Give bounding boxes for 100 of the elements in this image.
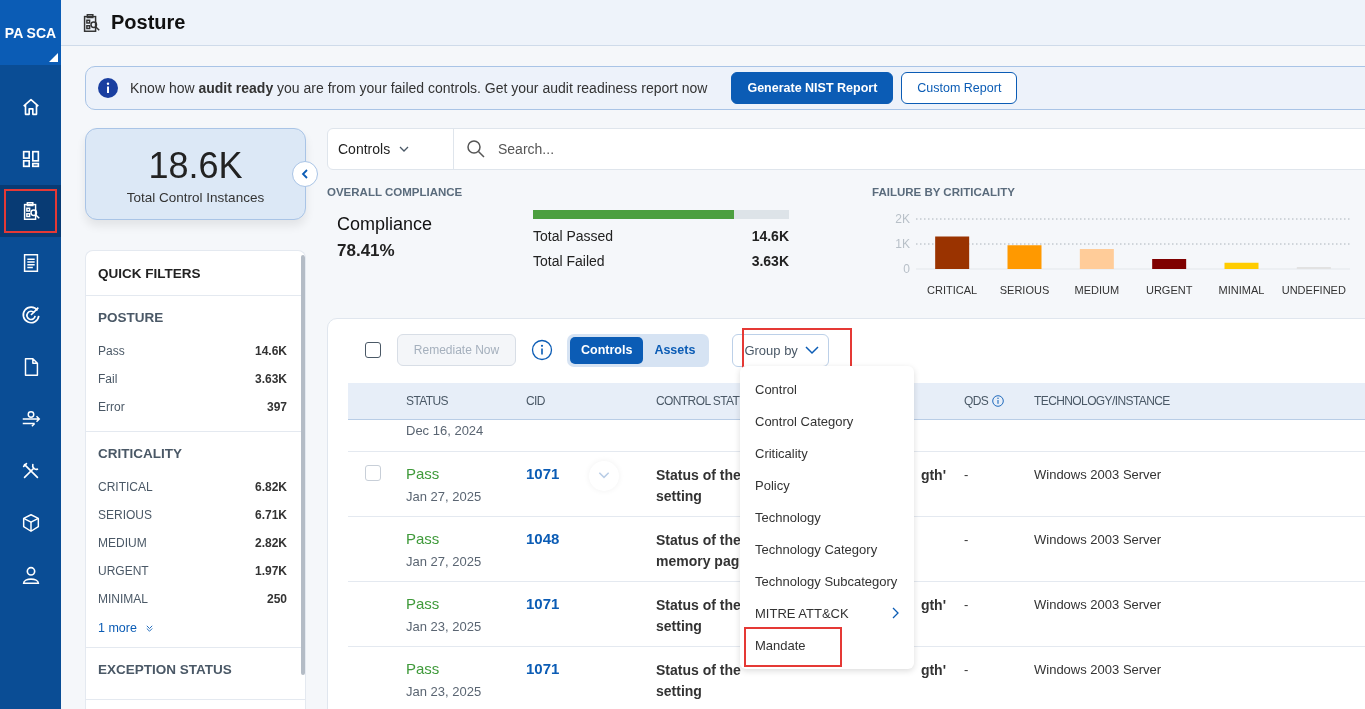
- qds-value: -: [964, 532, 970, 549]
- axis-tick-label: 1K: [895, 237, 910, 251]
- axis-category-label: SERIOUS: [999, 284, 1050, 296]
- qds-value: -: [964, 597, 970, 614]
- menu-item[interactable]: Criticality: [740, 437, 914, 469]
- control-id-link[interactable]: 1048: [526, 530, 560, 547]
- menu-item[interactable]: Control Category: [740, 405, 914, 437]
- status-text: Pass: [406, 595, 440, 612]
- menu-item[interactable]: Control: [740, 373, 914, 405]
- statement-text: setting: [656, 617, 702, 636]
- generate-report-button[interactable]: Generate NIST Report: [731, 72, 894, 104]
- status-text: Pass: [406, 465, 440, 482]
- panel-title: QUICK FILTERS: [98, 265, 201, 281]
- bar: [1224, 262, 1259, 269]
- statement-text: setting: [656, 682, 702, 701]
- axis-tick-label: 0: [903, 262, 910, 276]
- statement-text: Status of the: [656, 466, 741, 485]
- bar: [935, 236, 970, 269]
- axis-category-label: UNDEFINED: [1281, 284, 1346, 296]
- technology-text: Windows 2003 Server: [1034, 467, 1163, 484]
- bar: [1152, 259, 1187, 269]
- search-icon: [466, 139, 486, 159]
- axis-tick-label: 2K: [895, 212, 910, 226]
- info-icon[interactable]: [531, 339, 553, 361]
- nav-item[interactable]: [0, 185, 61, 237]
- statement-text: Status of the: [656, 596, 741, 615]
- menu-item[interactable]: MITRE ATT&CK: [740, 597, 914, 629]
- column-header: CID: [526, 394, 546, 408]
- filter-option[interactable]: CRITICAL 6.82K: [98, 473, 287, 501]
- search-field[interactable]: Search...: [454, 129, 1365, 169]
- date-text: Jan 27, 2025: [406, 489, 483, 504]
- search-bar[interactable]: Controls Search...: [327, 128, 1365, 170]
- filter-option[interactable]: Fail 3.63K: [98, 365, 287, 393]
- stat-label: Total Passed: [533, 228, 614, 244]
- app-logo[interactable]: PA SCA: [0, 0, 61, 65]
- statement-text: gth': [920, 596, 946, 615]
- control-id-link[interactable]: 1071: [526, 595, 560, 612]
- menu-item[interactable]: Mandate: [740, 629, 914, 661]
- compliance-label: Compliance: [337, 214, 434, 235]
- menu-item[interactable]: Technology Subcategory: [740, 565, 914, 597]
- show-more-link[interactable]: 1 more: [98, 621, 154, 635]
- toggle-option[interactable]: Controls: [570, 336, 644, 364]
- statement-text: setting: [656, 487, 702, 506]
- statement-text: memory pag: [656, 552, 740, 571]
- bar: [1079, 249, 1114, 269]
- corner-triangle-icon: [49, 53, 58, 62]
- date-text: Jan 27, 2025: [406, 554, 483, 569]
- control-id-link[interactable]: 1071: [526, 465, 560, 482]
- statement-text: Status of the: [656, 531, 741, 550]
- axis-category-label: MINIMAL: [1218, 284, 1265, 296]
- summary-value: 18.6K: [148, 147, 243, 184]
- section-heading: FAILURE BY CRITICALITY: [872, 186, 1016, 198]
- control-id-link[interactable]: 1071: [526, 660, 560, 677]
- compliance-value: 78.41%: [337, 241, 396, 261]
- axis-category-label: MEDIUM: [1074, 284, 1120, 296]
- summary-label: Total Control Instances: [126, 189, 265, 205]
- filter-option[interactable]: MEDIUM 2.82K: [98, 529, 287, 557]
- menu-item[interactable]: Policy: [740, 469, 914, 501]
- qds-value: -: [964, 467, 970, 484]
- axis-category-label: URGENT: [1145, 284, 1193, 296]
- chevron-left-icon: [299, 168, 311, 180]
- filter-option[interactable]: MINIMAL 250: [98, 585, 287, 613]
- date-text: Jan 23, 2025: [406, 619, 483, 634]
- menu-item[interactable]: Technology: [740, 501, 914, 533]
- scrollbar[interactable]: [301, 255, 305, 675]
- menu-item[interactable]: Technology Category: [740, 533, 914, 565]
- stat-value: 14.6K: [751, 228, 789, 244]
- filter-option[interactable]: SERIOUS 6.71K: [98, 501, 287, 529]
- statement-text: gth': [920, 661, 946, 680]
- select-all-checkbox[interactable]: [365, 342, 381, 358]
- filter-option[interactable]: Pass 14.6K: [98, 337, 287, 365]
- info-icon[interactable]: [992, 395, 1005, 407]
- group-by-dropdown[interactable]: Group by: [732, 333, 830, 367]
- technology-text: Windows 2003 Server: [1034, 532, 1163, 549]
- row-checkbox[interactable]: [365, 465, 381, 481]
- stat-label: Total Failed: [533, 253, 605, 269]
- status-text: Pass: [406, 530, 440, 547]
- custom-report-button[interactable]: Custom Report: [901, 72, 1018, 104]
- toggle-option[interactable]: Assets: [643, 336, 707, 364]
- column-header: TECHNOLOGY/INSTANCE: [1034, 394, 1171, 408]
- collapse-button[interactable]: [292, 161, 318, 187]
- statement-text: Status of the: [656, 661, 741, 680]
- technology-text: Windows 2003 Server: [1034, 662, 1163, 679]
- column-header: STATUS: [406, 394, 449, 408]
- info-icon: [98, 78, 118, 98]
- qds-value: -: [964, 662, 970, 679]
- chevron-right-icon: [890, 607, 900, 619]
- statement-text: gth': [920, 466, 946, 485]
- banner-message: Know how audit ready you are from your failed controls. Get your audit readiness report now: [130, 80, 708, 96]
- double-chevron-icon: [144, 623, 154, 633]
- filter-option[interactable]: URGENT 1.97K: [98, 557, 287, 585]
- column-header: CONTROL STAT: [656, 394, 741, 408]
- bar: [1007, 245, 1042, 269]
- filter-section-title: EXCEPTION STATUS: [98, 662, 233, 677]
- scope-dropdown[interactable]: Controls: [328, 129, 454, 169]
- section-heading: OVERALL COMPLIANCE: [327, 186, 464, 198]
- filter-section-title: CRITICALITY: [98, 446, 183, 461]
- column-header: QDS: [964, 394, 989, 408]
- stat-value: 3.63K: [751, 253, 789, 269]
- filter-option[interactable]: Error 397: [98, 393, 287, 421]
